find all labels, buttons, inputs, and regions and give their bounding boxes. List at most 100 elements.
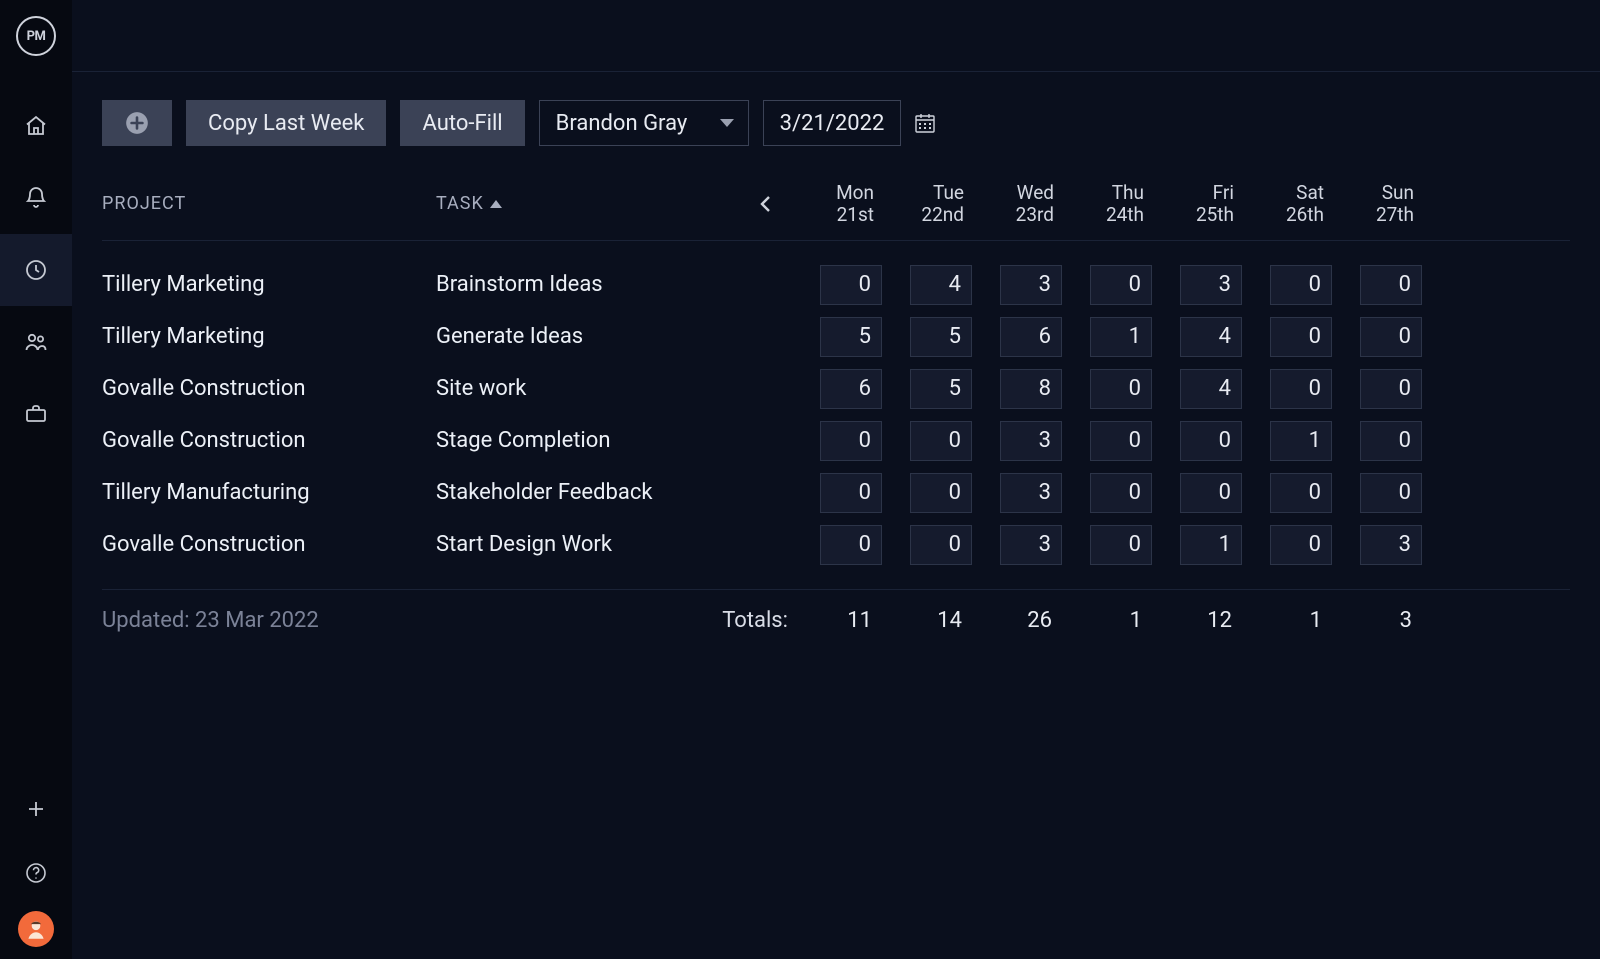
- clock-icon: [24, 258, 48, 282]
- hour-input[interactable]: [820, 369, 882, 409]
- calendar-button[interactable]: [909, 100, 941, 146]
- auto-fill-button[interactable]: Auto-Fill: [400, 100, 524, 146]
- nav-timesheets[interactable]: [0, 234, 72, 306]
- timesheet: PROJECT TASK Mon21st Tue22nd Wed23rd Thu…: [102, 182, 1570, 633]
- cell-project: Tillery Marketing: [102, 324, 436, 349]
- hour-input[interactable]: [1270, 421, 1332, 461]
- hour-input[interactable]: [820, 265, 882, 305]
- hour-input[interactable]: [1180, 421, 1242, 461]
- help-icon: [24, 861, 48, 885]
- toolbar: Copy Last Week Auto-Fill Brandon Gray 3/…: [102, 100, 1570, 146]
- hour-input[interactable]: [1000, 525, 1062, 565]
- timesheet-row: Tillery Marketing Generate Ideas: [102, 311, 1570, 363]
- timesheet-body: Tillery Marketing Brainstorm Ideas Tille…: [102, 241, 1570, 571]
- hour-input[interactable]: [1360, 473, 1422, 513]
- hour-input[interactable]: [910, 421, 972, 461]
- hour-input[interactable]: [1180, 265, 1242, 305]
- hour-input[interactable]: [1090, 525, 1152, 565]
- plus-circle-icon: [124, 110, 150, 136]
- hour-input[interactable]: [910, 473, 972, 513]
- hour-input[interactable]: [1000, 369, 1062, 409]
- cell-task: Start Design Work: [436, 532, 736, 557]
- hour-input[interactable]: [1180, 473, 1242, 513]
- timesheet-row: Govalle Construction Start Design Work: [102, 519, 1570, 571]
- column-header-project[interactable]: PROJECT: [102, 193, 436, 214]
- prev-week-button[interactable]: [736, 192, 796, 216]
- hour-input[interactable]: [1360, 421, 1422, 461]
- hour-input[interactable]: [1270, 317, 1332, 357]
- nav-portfolio[interactable]: [0, 378, 72, 450]
- copy-last-week-button[interactable]: Copy Last Week: [186, 100, 386, 146]
- nav-add[interactable]: [0, 777, 72, 841]
- total-2: 26: [976, 608, 1066, 633]
- cell-task: Stage Completion: [436, 428, 736, 453]
- cell-task: Brainstorm Ideas: [436, 272, 736, 297]
- nav-home[interactable]: [0, 90, 72, 162]
- add-entry-button[interactable]: [102, 100, 172, 146]
- timesheet-header: PROJECT TASK Mon21st Tue22nd Wed23rd Thu…: [102, 182, 1570, 241]
- hour-input[interactable]: [1090, 369, 1152, 409]
- hour-input[interactable]: [1000, 421, 1062, 461]
- nav-notifications[interactable]: [0, 162, 72, 234]
- hour-input[interactable]: [1270, 473, 1332, 513]
- hour-input[interactable]: [910, 265, 972, 305]
- day-header-1: Tue22nd: [886, 182, 976, 226]
- hour-input[interactable]: [1000, 317, 1062, 357]
- total-3: 1: [1066, 608, 1156, 633]
- cell-project: Govalle Construction: [102, 532, 436, 557]
- hour-input[interactable]: [1000, 473, 1062, 513]
- day-header-6: Sun27th: [1336, 182, 1426, 226]
- user-select-value: Brandon Gray: [556, 111, 688, 136]
- timesheet-row: Govalle Construction Stage Completion: [102, 415, 1570, 467]
- week-date-input[interactable]: 3/21/2022: [763, 100, 902, 146]
- user-select[interactable]: Brandon Gray: [539, 100, 749, 146]
- hour-input[interactable]: [820, 473, 882, 513]
- home-icon: [24, 114, 48, 138]
- plus-icon: [24, 797, 48, 821]
- timesheet-row: Tillery Manufacturing Stakeholder Feedba…: [102, 467, 1570, 519]
- hour-input[interactable]: [820, 317, 882, 357]
- people-icon: [24, 330, 48, 354]
- hour-input[interactable]: [910, 317, 972, 357]
- day-header-2: Wed23rd: [976, 182, 1066, 226]
- chevron-left-icon: [754, 192, 778, 216]
- hour-input[interactable]: [1180, 317, 1242, 357]
- hour-input[interactable]: [1090, 473, 1152, 513]
- content: Copy Last Week Auto-Fill Brandon Gray 3/…: [72, 72, 1600, 633]
- cell-task: Stakeholder Feedback: [436, 480, 736, 505]
- total-0: 11: [796, 608, 886, 633]
- day-header-5: Sat26th: [1246, 182, 1336, 226]
- column-header-task[interactable]: TASK: [436, 193, 736, 214]
- column-header-task-label: TASK: [436, 193, 484, 214]
- cell-task: Site work: [436, 376, 736, 401]
- hour-input[interactable]: [1360, 525, 1422, 565]
- total-5: 1: [1246, 608, 1336, 633]
- user-avatar[interactable]: [18, 911, 54, 947]
- hour-input[interactable]: [1090, 265, 1152, 305]
- hour-input[interactable]: [1270, 369, 1332, 409]
- hour-input[interactable]: [910, 369, 972, 409]
- hour-input[interactable]: [1090, 317, 1152, 357]
- hour-input[interactable]: [1180, 525, 1242, 565]
- sidebar: PM: [0, 0, 72, 959]
- topbar: [72, 0, 1600, 72]
- chevron-down-icon: [720, 119, 734, 127]
- hour-input[interactable]: [1270, 525, 1332, 565]
- calendar-icon: [913, 111, 937, 135]
- cell-project: Govalle Construction: [102, 428, 436, 453]
- hour-input[interactable]: [1360, 317, 1422, 357]
- hour-input[interactable]: [910, 525, 972, 565]
- app-shell: PM: [0, 0, 1600, 959]
- nav-people[interactable]: [0, 306, 72, 378]
- app-logo[interactable]: PM: [16, 16, 56, 56]
- hour-input[interactable]: [1270, 265, 1332, 305]
- hour-input[interactable]: [820, 421, 882, 461]
- hour-input[interactable]: [1090, 421, 1152, 461]
- hour-input[interactable]: [820, 525, 882, 565]
- day-header-0: Mon21st: [796, 182, 886, 226]
- nav-help[interactable]: [0, 841, 72, 905]
- hour-input[interactable]: [1000, 265, 1062, 305]
- hour-input[interactable]: [1360, 369, 1422, 409]
- hour-input[interactable]: [1360, 265, 1422, 305]
- hour-input[interactable]: [1180, 369, 1242, 409]
